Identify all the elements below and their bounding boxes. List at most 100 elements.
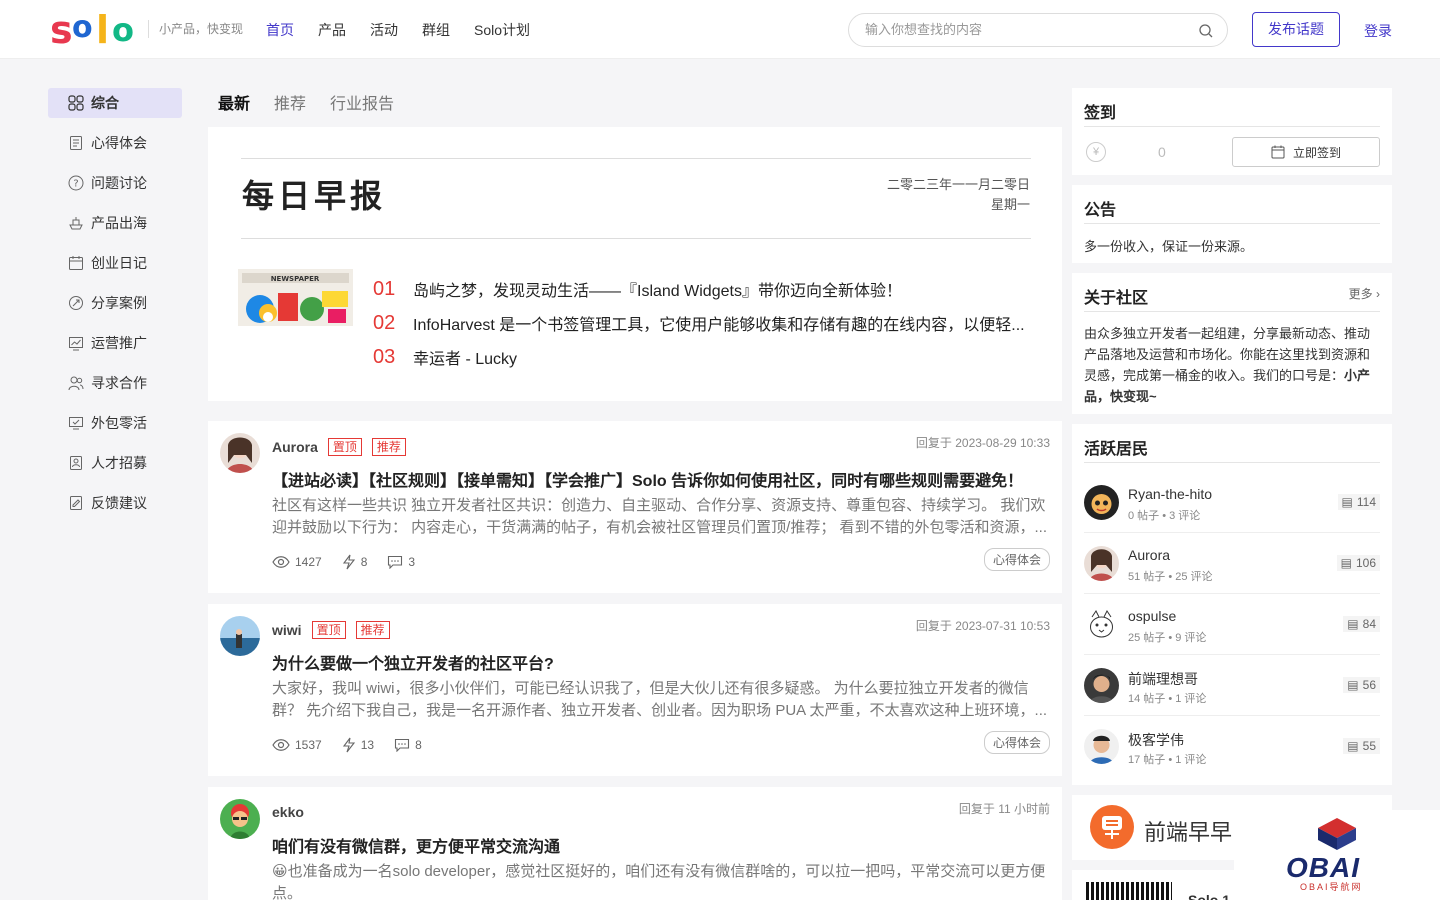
resident-row[interactable]: 前端理想哥 14 帖子 • 1 评论 ▤ 56 [1084, 655, 1380, 716]
author-name[interactable]: Aurora [272, 439, 318, 455]
avatar[interactable] [1084, 546, 1119, 581]
avatar[interactable] [220, 433, 260, 473]
views-count: 1427 [295, 555, 322, 569]
author-name[interactable]: ekko [272, 804, 304, 820]
qr-code-icon [1086, 882, 1172, 900]
post-card[interactable]: wiwi 置顶 推荐 回复于 2023-07-31 10:53 为什么要做一个独… [208, 604, 1062, 776]
category-chip[interactable]: 心得体会 [983, 548, 1050, 571]
sidebar-item-diary[interactable]: 创业日记 [48, 248, 182, 278]
sidebar-item-questions[interactable]: ? 问题讨论 [48, 168, 182, 198]
author-name[interactable]: wiwi [272, 622, 302, 638]
sidebar-item-label: 问题讨论 [91, 175, 147, 191]
category-chip[interactable]: 心得体会 [983, 731, 1050, 754]
comment-icon [395, 738, 410, 752]
signin-title: 签到 [1084, 105, 1117, 122]
avatar[interactable] [1084, 729, 1119, 764]
document-stack-icon: ▤ [1347, 617, 1359, 631]
resident-row[interactable]: Aurora 51 帖子 • 25 评论 ▤ 106 [1084, 533, 1380, 594]
comments-stat[interactable]: 3 [387, 555, 415, 569]
avatar[interactable] [220, 616, 260, 656]
avatar[interactable] [1084, 668, 1119, 703]
resident-name[interactable]: Aurora [1128, 547, 1170, 563]
comments-stat[interactable]: 8 [394, 738, 422, 752]
about-community-card: 关于社区 更多 › 由众多独立开发者一起组建，分享最新动态、推动产品落地及运营和… [1072, 273, 1392, 414]
sidebar-item-label: 综合 [91, 95, 119, 111]
resident-meta: 51 帖子 • 25 评论 [1128, 571, 1213, 583]
news-item[interactable]: 02 InfoHarvest 是一个书签管理工具，它使用户能够收集和存储有趣的在… [373, 306, 1033, 340]
watermark-subtitle: OBAI导航网 [1300, 882, 1363, 892]
avatar[interactable] [1084, 485, 1119, 520]
resident-name[interactable]: 前端理想哥 [1128, 669, 1198, 689]
daily-news-list: 01 岛屿之梦，发现灵动生活——『Island Widgets』带你迈向全新体验… [373, 272, 1033, 374]
ship-icon [69, 217, 83, 230]
resident-row[interactable]: 极客学伟 17 帖子 • 1 评论 ▤ 55 [1084, 716, 1380, 777]
likes-count: 8 [360, 555, 368, 569]
likes-stat[interactable]: 8 [342, 554, 368, 570]
logo-letter-o2: o [112, 11, 134, 49]
feedback-icon [70, 496, 82, 510]
sidebar-item-cases[interactable]: 分享案例 [48, 288, 182, 318]
tab-industry-report[interactable]: 行业报告 [330, 90, 394, 114]
question-icon: ? [68, 175, 84, 191]
post-card[interactable]: Aurora 置顶 推荐 回复于 2023-08-29 10:33 【进站必读】… [208, 421, 1062, 593]
post-title[interactable]: 为什么要做一个独立开发者的社区平台? [272, 650, 554, 674]
avatar[interactable] [220, 799, 260, 839]
resident-row[interactable]: Ryan-the-hito 0 帖子 • 3 评论 ▤ 114 [1084, 472, 1380, 533]
more-link[interactable]: 更多 › [1349, 285, 1380, 302]
solo-logo[interactable]: s o l o [50, 10, 138, 50]
daily-report-date: 二零二三年一一月二零日 星期一 [887, 175, 1030, 215]
eye-icon [272, 556, 290, 568]
sidebar-item-recruitment[interactable]: 人才招募 [48, 448, 182, 478]
nav-products[interactable]: 产品 [318, 20, 346, 40]
sidebar-item-experience[interactable]: 心得体会 [48, 128, 182, 158]
post-stats: 1427 8 3 [272, 554, 415, 570]
avatar[interactable] [1084, 607, 1119, 642]
sidebar-item-label: 运营推广 [91, 335, 147, 351]
resident-row[interactable]: ospulse 25 帖子 • 9 评论 ▤ 84 [1084, 594, 1380, 655]
sidebar-item-overseas[interactable]: 产品出海 [48, 208, 182, 238]
score-value: 114 [1356, 495, 1376, 509]
tab-latest[interactable]: 最新 [218, 90, 250, 114]
search-input[interactable] [865, 22, 1185, 37]
post-card[interactable]: ekko 回复于 11 小时前 咱们有没有微信群，更方便平常交流沟通 😀也准备成… [208, 787, 1062, 900]
publish-topic-button[interactable]: 发布话题 [1252, 12, 1340, 47]
more-label: 更多 [1348, 287, 1373, 301]
post-excerpt[interactable]: 社区有这样一些共识 独立开发者社区共识：创造力、自主驱动、合作分享、资源支持、尊… [272, 495, 1050, 539]
post-excerpt[interactable]: 大家好，我叫 wiwi，很多小伙伴们，可能已经认识我了，但是大伙儿还有很多疑惑。… [272, 678, 1050, 722]
nav-groups[interactable]: 群组 [422, 20, 450, 40]
login-link[interactable]: 登录 [1364, 21, 1392, 41]
sidebar-item-label: 心得体会 [91, 135, 147, 151]
post-author-line: wiwi 置顶 推荐 [272, 621, 390, 639]
sidebar-item-feedback[interactable]: 反馈建议 [48, 488, 182, 518]
users-icon [68, 376, 84, 391]
sidebar-item-cooperation[interactable]: 寻求合作 [48, 368, 182, 398]
likes-stat[interactable]: 13 [342, 737, 374, 753]
resident-name[interactable]: ospulse [1128, 608, 1176, 624]
sidebar-item-overall[interactable]: 综合 [48, 88, 182, 118]
monitor-icon [69, 417, 83, 430]
news-text: 岛屿之梦，发现灵动生活——『Island Widgets』带你迈向全新体验！ [413, 283, 902, 300]
document-stack-icon: ▤ [1341, 495, 1353, 509]
nav-home[interactable]: 首页 [266, 20, 294, 40]
post-title[interactable]: 【进站必读】【社区规则】【接单需知】【学会推广】Solo 告诉你如何使用社区，同… [272, 467, 1023, 491]
weekday-text: 星期一 [990, 197, 1030, 212]
nav-solo-plan[interactable]: Solo计划 [474, 20, 530, 40]
tab-recommended[interactable]: 推荐 [274, 90, 306, 114]
nav-events[interactable]: 活动 [370, 20, 398, 40]
search-icon[interactable] [1199, 24, 1213, 38]
signin-button[interactable]: 立即签到 [1232, 137, 1380, 167]
sidebar-item-outsourcing[interactable]: 外包零活 [48, 408, 182, 438]
news-item[interactable]: 01 岛屿之梦，发现灵动生活——『Island Widgets』带你迈向全新体验… [373, 272, 1033, 306]
resident-name[interactable]: 极客学伟 [1128, 730, 1184, 750]
news-item[interactable]: 03 幸运者 - Lucky [373, 340, 1033, 374]
feed-tabs: 最新 推荐 行业报告 [218, 90, 394, 114]
post-excerpt[interactable]: 😀也准备成为一名solo developer，感觉社区挺好的，咱们还有没有微信群… [272, 861, 1050, 900]
sidebar-item-marketing[interactable]: 运营推广 [48, 328, 182, 358]
notice-card: 公告 多一份收入，保证一份来源。 [1072, 185, 1392, 263]
post-title[interactable]: 咱们有没有微信群，更方便平常交流沟通 [272, 833, 560, 857]
newspaper-thumbnail[interactable]: NEWSPAPER [238, 269, 353, 326]
divider [1084, 311, 1380, 312]
resident-name[interactable]: Ryan-the-hito [1128, 486, 1212, 502]
logo-letter-s: s [50, 8, 73, 52]
grid-icon [68, 95, 84, 111]
